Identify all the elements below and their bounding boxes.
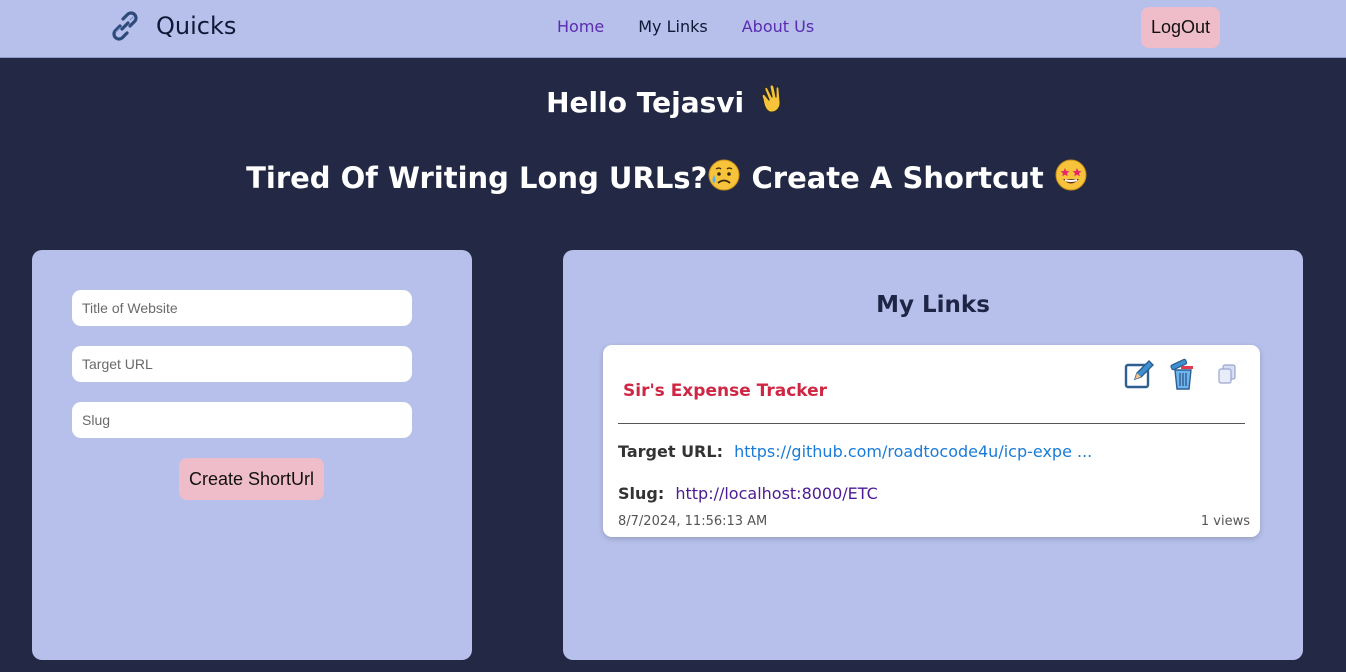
- waving-hand-icon: [754, 82, 788, 123]
- sad-sweat-face-icon: [707, 158, 741, 199]
- created-timestamp: 8/7/2024, 11:56:13 AM: [618, 514, 768, 529]
- tagline-text-1: Tired Of Writing Long URLs?: [246, 161, 708, 195]
- logout-button[interactable]: LogOut: [1141, 7, 1220, 48]
- link-icon: [108, 9, 142, 43]
- view-count: 1 views: [1200, 514, 1250, 529]
- tagline-text-2: Create A Shortcut: [751, 161, 1044, 195]
- star-struck-face-icon: [1054, 158, 1088, 199]
- slug-label: Slug:: [618, 484, 665, 503]
- nav-link-home[interactable]: Home: [557, 17, 604, 36]
- create-shorturl-button[interactable]: Create ShortUrl: [179, 458, 324, 500]
- slug-link[interactable]: http://localhost:8000/ETC: [675, 484, 877, 503]
- brand[interactable]: Quicks: [108, 6, 236, 46]
- target-url-input[interactable]: [72, 346, 412, 382]
- navbar: Quicks Home My Links About Us LogOut: [0, 0, 1346, 58]
- slug-row: Slug: http://localhost:8000/ETC: [618, 484, 878, 503]
- delete-icon[interactable]: [1167, 357, 1199, 391]
- title-input[interactable]: [72, 290, 412, 326]
- target-url-row: Target URL: https://github.com/roadtocod…: [618, 442, 1092, 461]
- nav-link-about-us[interactable]: About Us: [742, 17, 814, 36]
- target-url-link[interactable]: https://github.com/roadtocode4u/icp-expe…: [734, 442, 1092, 461]
- nav-links: Home My Links About Us: [557, 17, 814, 36]
- my-links-panel: My Links Sir's Expense Tracker Target UR…: [563, 250, 1303, 660]
- link-card: Sir's Expense Tracker Target URL: https:…: [603, 345, 1260, 537]
- card-divider: [618, 423, 1245, 424]
- target-url-label: Target URL:: [618, 442, 723, 461]
- tagline: Tired Of Writing Long URLs? Create A Sho…: [0, 158, 1334, 199]
- slug-input[interactable]: [72, 402, 412, 438]
- edit-icon[interactable]: [1123, 357, 1155, 391]
- nav-link-my-links[interactable]: My Links: [638, 17, 707, 36]
- greeting-heading: Hello Tejasvi: [0, 82, 1334, 123]
- card-actions: [1123, 357, 1243, 391]
- my-links-heading: My Links: [876, 292, 990, 318]
- copy-icon[interactable]: [1211, 357, 1243, 391]
- link-title: Sir's Expense Tracker: [623, 381, 828, 401]
- greeting-text: Hello Tejasvi: [546, 86, 745, 119]
- create-link-form: Create ShortUrl: [32, 250, 472, 660]
- brand-name: Quicks: [156, 12, 237, 40]
